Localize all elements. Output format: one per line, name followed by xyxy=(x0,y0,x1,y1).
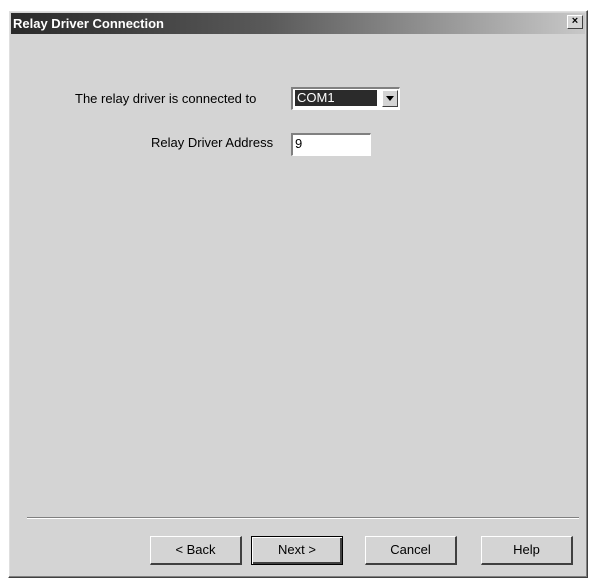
help-button[interactable]: Help xyxy=(481,536,573,565)
title-bar: Relay Driver Connection × xyxy=(11,13,585,34)
connection-label: The relay driver is connected to xyxy=(75,91,257,106)
cancel-button[interactable]: Cancel xyxy=(365,536,457,565)
next-button[interactable]: Next > xyxy=(251,536,343,565)
chevron-down-icon[interactable] xyxy=(382,90,398,107)
back-button[interactable]: < Back xyxy=(150,536,242,565)
relay-address-input[interactable]: 9 xyxy=(291,133,371,156)
address-label: Relay Driver Address xyxy=(151,135,274,150)
footer-separator xyxy=(27,517,579,519)
com-port-value: COM1 xyxy=(295,90,377,106)
close-button[interactable]: × xyxy=(567,15,583,29)
close-icon: × xyxy=(571,15,579,27)
dialog-title: Relay Driver Connection xyxy=(13,16,164,31)
dialog-window: Relay Driver Connection × The relay driv… xyxy=(8,10,588,578)
com-port-select[interactable]: COM1 xyxy=(291,87,400,110)
